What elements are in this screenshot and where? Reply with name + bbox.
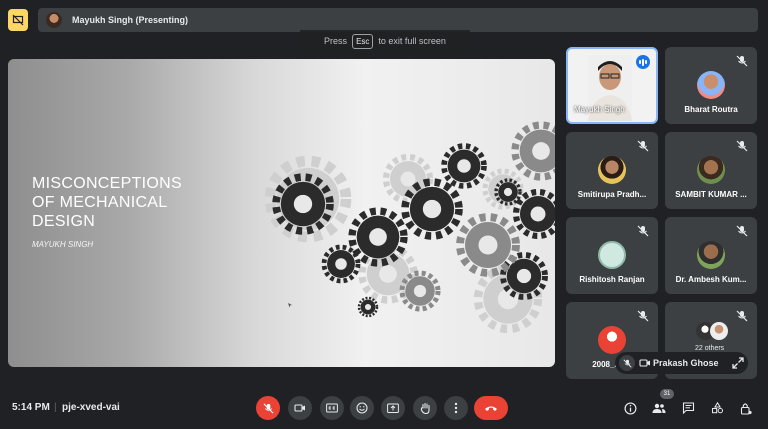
camera-icon — [639, 359, 650, 367]
closed-captions-icon — [326, 403, 338, 413]
participant-avatar — [710, 322, 728, 340]
participant-avatar — [598, 156, 626, 184]
participant-avatar — [598, 241, 626, 269]
lock-person-icon — [740, 402, 752, 415]
chat-icon — [682, 402, 694, 414]
presenter-banner: Mayukh Singh (Presenting) — [38, 8, 758, 32]
people-icon — [652, 403, 666, 413]
microphone-toggle-button[interactable] — [256, 396, 280, 420]
mic-off-icon — [622, 358, 632, 368]
participant-name: Mayukh Singh — [574, 105, 625, 114]
participant-tile[interactable]: Smitirupa Pradh... — [566, 132, 658, 209]
host-controls-button[interactable] — [738, 400, 754, 416]
people-button[interactable] — [651, 400, 667, 416]
present-off-icon — [12, 14, 24, 26]
mic-off-icon — [736, 55, 748, 67]
activities-button[interactable] — [709, 400, 725, 416]
fullscreen-hint-suffix: to exit full screen — [378, 36, 446, 46]
leave-call-button[interactable] — [474, 396, 508, 420]
mic-off-icon — [637, 140, 649, 152]
footer-separator: | — [54, 402, 57, 413]
present-screen-icon — [387, 403, 399, 413]
fullscreen-hint-prefix: Press — [324, 36, 348, 46]
expand-icon[interactable] — [732, 357, 744, 369]
camera-toggle-button[interactable] — [288, 396, 312, 420]
participant-name: Dr. Ambesh Kum... — [675, 275, 747, 284]
participant-name: Bharat Routra — [684, 105, 738, 114]
participant-name: Smitirupa Pradh... — [577, 190, 647, 199]
hand-icon — [420, 402, 430, 414]
camera-icon — [294, 404, 305, 412]
presenter-avatar — [46, 12, 62, 28]
participant-name: Rishitosh Ranjan — [579, 275, 645, 284]
people-count-badge: 31 — [660, 389, 674, 399]
participant-avatar — [598, 326, 626, 354]
self-mic-button[interactable] — [619, 355, 635, 371]
participant-tile[interactable]: Rishitosh Ranjan — [566, 217, 658, 294]
present-screen-button[interactable] — [381, 396, 405, 420]
more-vert-icon — [454, 402, 458, 414]
meeting-clock: 5:14 PM — [12, 402, 50, 413]
fullscreen-hint: Press Esc to exit full screen — [300, 30, 470, 52]
slide-title: MISCONCEPTIONS OF MECHANICAL DESIGN — [32, 175, 182, 230]
more-options-button[interactable] — [444, 396, 468, 420]
presenter-label: Mayukh Singh (Presenting) — [72, 15, 189, 25]
participant-tile[interactable]: Bharat Routra — [665, 47, 757, 124]
mic-off-icon — [263, 403, 273, 413]
others-count-label: 22 others — [695, 345, 725, 352]
participant-tile-active-speaker[interactable]: Mayukh Singh — [566, 47, 658, 124]
bottom-bar: 5:14 PM | pje-xved-vai — [0, 388, 768, 429]
info-icon — [623, 401, 637, 415]
raise-hand-button[interactable] — [413, 396, 437, 420]
mic-off-icon — [637, 225, 649, 237]
reactions-button[interactable] — [350, 396, 374, 420]
emoji-icon — [356, 402, 368, 414]
hang-up-icon — [485, 406, 497, 411]
presentation-indicator-button[interactable] — [8, 9, 28, 31]
shared-slide: MISCONCEPTIONS OF MECHANICAL DESIGN MAYU… — [8, 59, 555, 367]
self-name: Prakash Ghose — [653, 358, 719, 368]
participant-tile[interactable]: Dr. Ambesh Kum... — [665, 217, 757, 294]
chat-button[interactable] — [680, 400, 696, 416]
mic-off-icon — [736, 225, 748, 237]
participant-avatar — [697, 241, 725, 269]
meeting-code: pje-xved-vai — [62, 402, 120, 413]
speaking-indicator-icon — [636, 55, 650, 69]
mic-off-icon — [736, 140, 748, 152]
participant-avatar — [697, 156, 725, 184]
participant-name: SAMBIT KUMAR ... — [675, 190, 747, 199]
mouse-cursor-icon — [288, 303, 292, 308]
esc-key: Esc — [352, 33, 374, 49]
shapes-icon — [711, 402, 723, 414]
meeting-details-button[interactable] — [622, 400, 638, 416]
mic-off-icon — [736, 310, 748, 322]
slide-author: MAYUKH SINGH — [32, 240, 94, 249]
mic-off-icon — [637, 310, 649, 322]
captions-button[interactable] — [320, 396, 344, 420]
participant-avatar — [697, 71, 725, 99]
self-view-pill[interactable]: Prakash Ghose — [615, 352, 748, 374]
participant-tile[interactable]: SAMBIT KUMAR ... — [665, 132, 757, 209]
